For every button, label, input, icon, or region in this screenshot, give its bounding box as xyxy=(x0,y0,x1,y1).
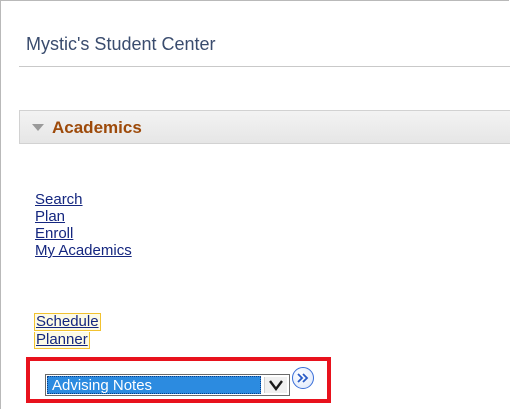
planner-link[interactable]: Planner xyxy=(34,332,90,349)
search-link[interactable]: Search xyxy=(35,191,132,208)
schedule-link[interactable]: Schedule xyxy=(34,313,101,331)
page-title: Mystic's Student Center xyxy=(26,34,216,54)
plan-link[interactable]: Plan xyxy=(35,208,132,225)
dropdown-toggle[interactable] xyxy=(264,377,287,393)
double-chevron-right-icon xyxy=(297,373,309,383)
schedule-planner-links: Schedule Planner xyxy=(34,313,101,349)
title-divider xyxy=(19,66,510,67)
other-academic-dropdown[interactable]: Advising Notes xyxy=(45,374,290,396)
academics-section-header[interactable]: Academics xyxy=(19,110,510,144)
student-center-frame: Mystic's Student Center Academics Search… xyxy=(0,0,510,409)
go-button[interactable] xyxy=(292,367,314,389)
academics-links: Search Plan Enroll My Academics xyxy=(35,191,132,259)
enroll-link[interactable]: Enroll xyxy=(35,225,132,242)
chevron-down-icon xyxy=(269,380,283,391)
section-title: Academics xyxy=(52,118,142,137)
dropdown-selected-value: Advising Notes xyxy=(47,376,261,394)
my-academics-link[interactable]: My Academics xyxy=(35,242,132,259)
collapse-triangle-icon[interactable] xyxy=(32,124,44,131)
